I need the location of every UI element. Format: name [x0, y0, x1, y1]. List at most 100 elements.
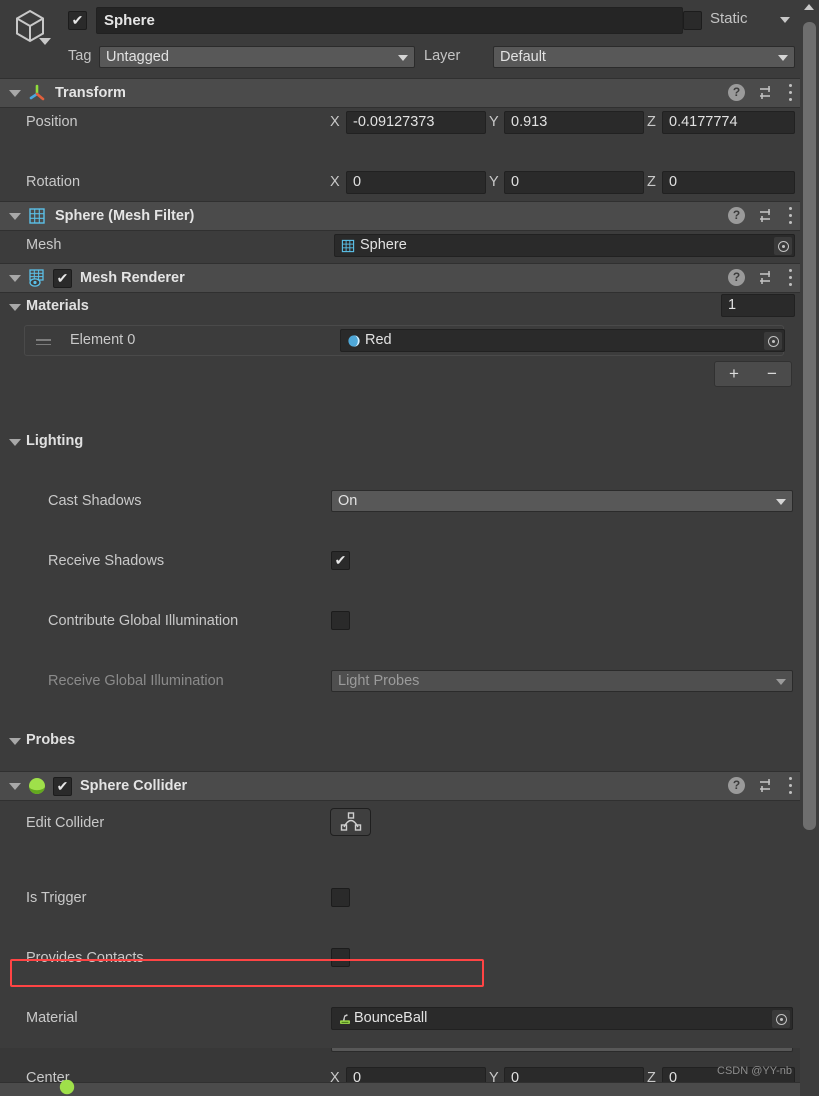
scrollbar-thumb[interactable] — [803, 22, 816, 830]
is-trigger-label: Is Trigger — [26, 890, 87, 906]
collider-material-row: Material BounceBall — [0, 1004, 800, 1034]
probes-foldout-icon[interactable] — [9, 738, 21, 745]
receive-shadows-checkbox[interactable] — [331, 551, 350, 570]
collider-material-value: BounceBall — [354, 1010, 428, 1026]
mesh-filter-header[interactable]: Sphere (Mesh Filter) ? — [0, 201, 800, 231]
mesh-filter-foldout-icon[interactable] — [9, 212, 21, 220]
cast-shadows-label: Cast Shadows — [48, 493, 142, 509]
gameobject-name-input[interactable]: Sphere — [96, 7, 683, 34]
position-z-input[interactable]: 0.4177774 — [662, 111, 795, 134]
rotation-y-input[interactable]: 0 — [504, 171, 644, 194]
axis-z-label: Z — [647, 114, 656, 130]
component-sphere-collider: Sphere Collider ? Edit Collider — [0, 771, 800, 1090]
help-icon[interactable]: ? — [728, 777, 745, 794]
receive-gi-value: Light Probes — [338, 673, 420, 689]
lighting-group-header[interactable]: Lighting — [0, 428, 800, 458]
lighting-foldout-icon[interactable] — [9, 439, 21, 446]
preset-settings-icon[interactable] — [758, 269, 775, 286]
inspector-panel: Sphere Static Tag Untagged Layer Default… — [0, 0, 800, 1096]
sphere-collider-body: Edit Collider Is Trigger Provides Contac… — [0, 801, 800, 1090]
receive-gi-dropdown: Light Probes — [331, 670, 793, 692]
receive-shadows-label: Receive Shadows — [48, 553, 165, 569]
axis-x-label: X — [330, 174, 340, 190]
more-menu-icon[interactable] — [788, 207, 792, 224]
provides-contacts-label: Provides Contacts — [26, 950, 144, 966]
more-menu-icon[interactable] — [788, 84, 792, 101]
static-checkbox[interactable] — [683, 11, 702, 30]
probes-title: Probes — [26, 732, 76, 748]
axis-z-label: Z — [647, 174, 656, 190]
edit-collider-button[interactable] — [330, 808, 371, 836]
element-0-object-field[interactable]: Red — [340, 329, 785, 352]
transform-header-tools: ? — [728, 84, 792, 101]
chevron-down-icon — [776, 679, 786, 685]
cast-shadows-dropdown[interactable]: On — [331, 490, 793, 512]
sphere-collider-foldout-icon[interactable] — [9, 782, 21, 790]
position-x-input[interactable]: -0.09127373 — [346, 111, 486, 134]
gameobject-icon-dropdown-caret[interactable] — [39, 38, 51, 45]
axis-y-label: Y — [489, 114, 499, 130]
element-0-picker-button[interactable] — [764, 332, 782, 350]
sphere-collider-header[interactable]: Sphere Collider ? — [0, 771, 800, 801]
rotation-x-input[interactable]: 0 — [346, 171, 486, 194]
inspector-scrollbar[interactable] — [800, 0, 819, 1096]
component-mesh-filter: Sphere (Mesh Filter) ? Mesh Sphere — [0, 201, 800, 263]
transform-foldout-icon[interactable] — [9, 89, 21, 97]
chevron-down-icon — [778, 55, 788, 61]
mesh-value: Sphere — [360, 237, 407, 253]
mesh-renderer-foldout-icon[interactable] — [9, 274, 21, 282]
chevron-down-icon — [776, 499, 786, 505]
mesh-filter-title: Sphere (Mesh Filter) — [55, 208, 195, 224]
edit-collider-label: Edit Collider — [26, 815, 105, 831]
edit-collider-icon — [340, 812, 361, 831]
materials-foldout-icon[interactable] — [9, 304, 21, 311]
static-dropdown-caret[interactable] — [780, 17, 790, 23]
axis-x-label: X — [330, 114, 340, 130]
is-trigger-checkbox[interactable] — [331, 888, 350, 907]
preset-settings-icon[interactable] — [758, 84, 775, 101]
more-menu-icon[interactable] — [788, 777, 792, 794]
rotation-z-input[interactable]: 0 — [662, 171, 795, 194]
provides-contacts-row: Provides Contacts — [0, 944, 800, 974]
drag-handle-icon[interactable] — [36, 339, 51, 345]
mesh-object-field[interactable]: Sphere — [334, 234, 795, 257]
help-icon[interactable]: ? — [728, 207, 745, 224]
tag-label: Tag — [68, 48, 92, 64]
collider-material-picker-button[interactable] — [772, 1010, 790, 1028]
position-y-input[interactable]: 0.913 — [504, 111, 644, 134]
more-menu-icon[interactable] — [788, 269, 792, 286]
materials-group-header[interactable]: Materials 1 — [0, 293, 800, 323]
sphere-collider-enabled-checkbox[interactable] — [53, 776, 72, 796]
mesh-picker-button[interactable] — [774, 237, 792, 255]
scroll-up-arrow-icon[interactable] — [804, 4, 814, 10]
rotation-label: Rotation — [26, 174, 81, 190]
remove-material-button[interactable]: − — [767, 364, 777, 384]
preset-settings-icon[interactable] — [758, 207, 775, 224]
provides-contacts-checkbox[interactable] — [331, 948, 350, 967]
preset-settings-icon[interactable] — [758, 777, 775, 794]
tag-value: Untagged — [106, 49, 169, 65]
transform-title: Transform — [55, 85, 126, 101]
help-icon[interactable]: ? — [728, 269, 745, 286]
chevron-down-icon — [398, 55, 408, 61]
transform-header[interactable]: Transform ? — [0, 78, 800, 108]
layer-dropdown[interactable]: Default — [493, 46, 795, 68]
mesh-renderer-enabled-checkbox[interactable] — [53, 268, 72, 288]
next-component-header-partial[interactable] — [0, 1082, 800, 1096]
gameobject-enabled-checkbox[interactable] — [68, 11, 87, 30]
probes-group-header[interactable]: Probes — [0, 727, 800, 757]
transform-body: Position X -0.09127373 Y 0.913 Z 0.41777… — [0, 108, 800, 254]
collider-material-object-field[interactable]: BounceBall — [331, 1007, 793, 1030]
mesh-renderer-header-tools: ? — [728, 269, 792, 286]
mesh-renderer-header[interactable]: Mesh Renderer ? — [0, 263, 800, 293]
help-icon[interactable]: ? — [728, 84, 745, 101]
mesh-renderer-body: Materials 1 Element 0 Red + − Lighting C… — [0, 293, 800, 1096]
add-material-button[interactable]: + — [729, 364, 739, 384]
materials-size-input[interactable]: 1 — [721, 294, 795, 317]
mesh-renderer-title: Mesh Renderer — [80, 270, 185, 286]
mesh-filter-icon — [29, 208, 45, 224]
watermark: CSDN @YY-nb — [717, 1065, 792, 1077]
position-label: Position — [26, 114, 78, 130]
contribute-gi-checkbox[interactable] — [331, 611, 350, 630]
tag-dropdown[interactable]: Untagged — [99, 46, 415, 68]
